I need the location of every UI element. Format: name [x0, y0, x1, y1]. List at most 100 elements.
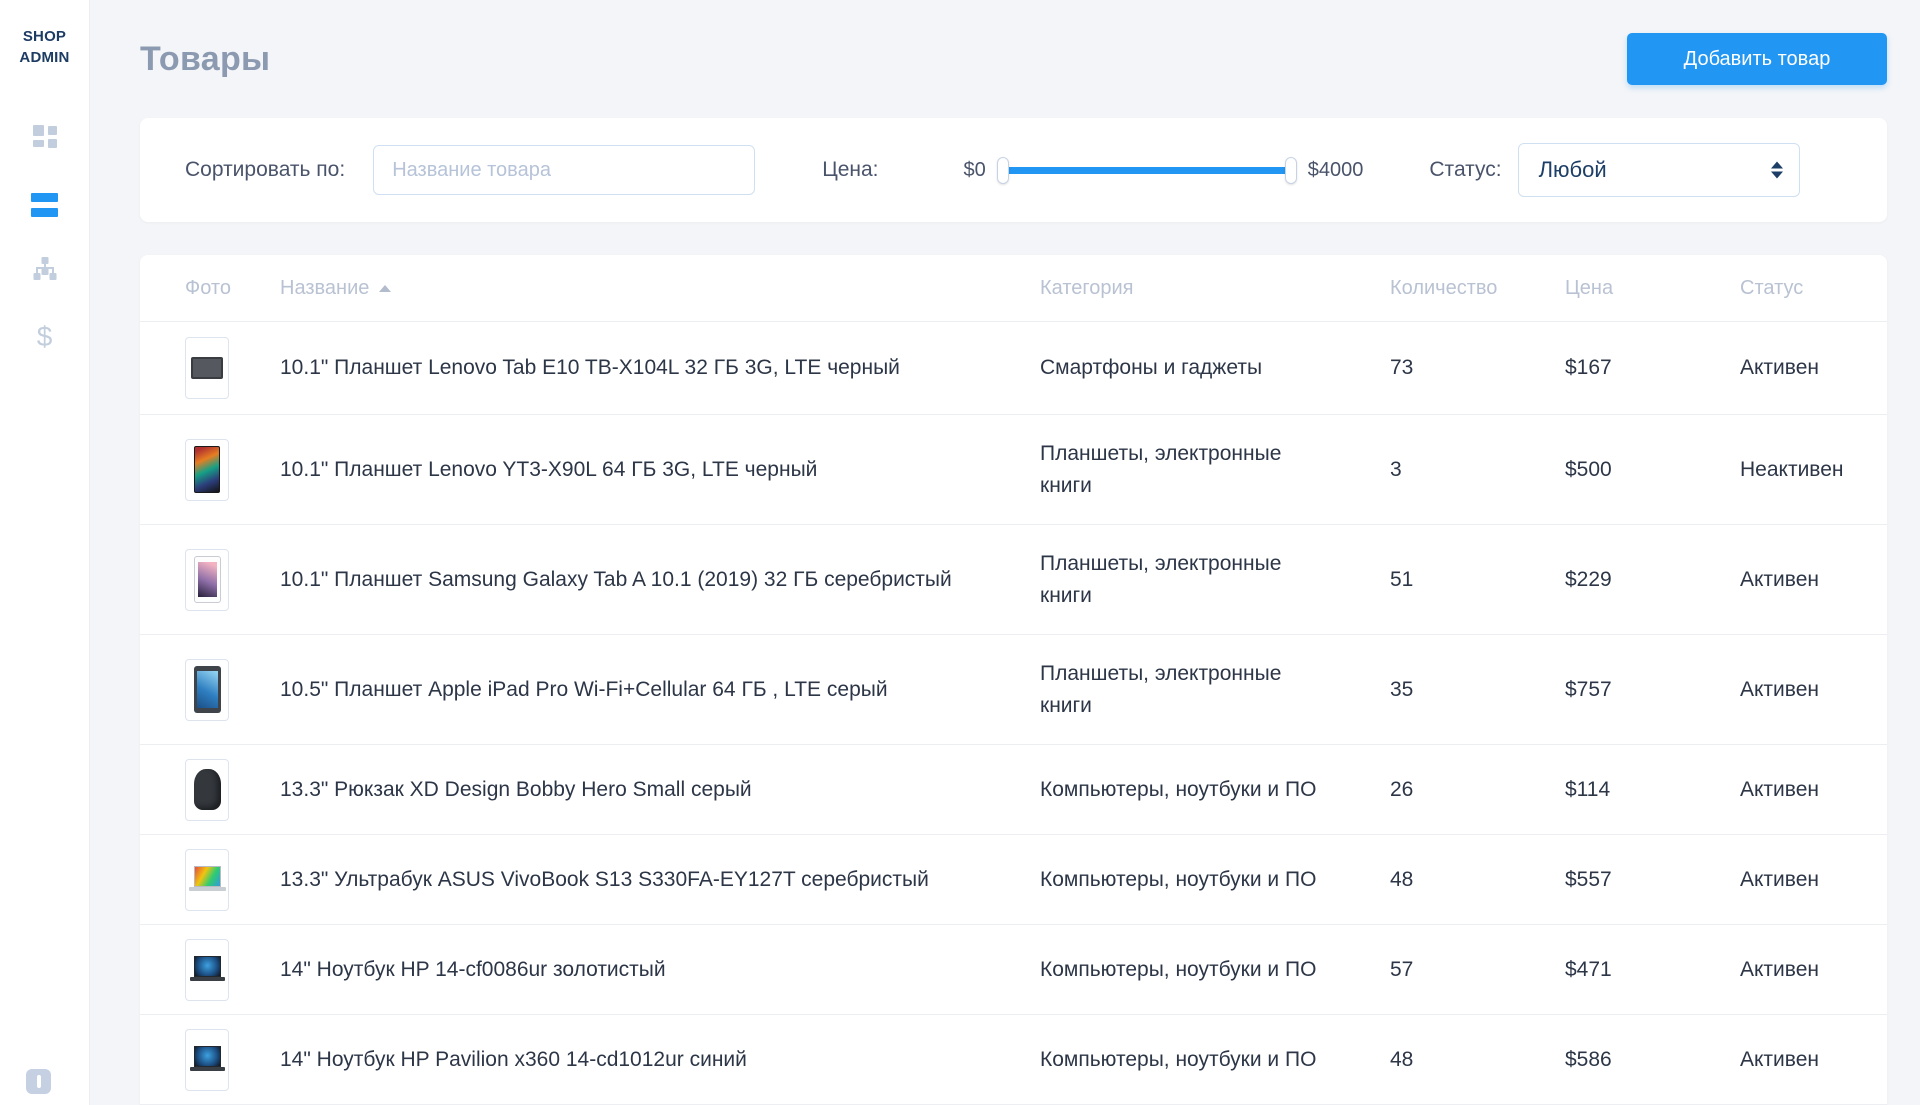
sidebar: SHOP ADMIN	[0, 0, 90, 1105]
product-photo	[185, 549, 280, 611]
page-title: Товары	[140, 40, 270, 79]
column-header-photo: Фото	[185, 277, 280, 300]
status-select[interactable]: Любой	[1518, 143, 1800, 197]
column-header-quantity[interactable]: Количество	[1390, 277, 1565, 300]
product-price: $500	[1565, 458, 1740, 482]
logo-line-2: ADMIN	[19, 47, 69, 68]
main-content: Товары Добавить товар Сортировать по: Це…	[90, 0, 1920, 1105]
product-thumbnail	[185, 849, 229, 911]
add-product-button[interactable]: Добавить товар	[1627, 33, 1887, 85]
product-quantity: 73	[1390, 356, 1565, 380]
sort-label: Сортировать по:	[185, 158, 345, 182]
product-name: 14" Ноутбук HP Pavilion x360 14-cd1012ur…	[280, 1048, 1040, 1072]
sort-asc-icon	[379, 285, 391, 292]
products-table: Фото Название Категория Количество Цена …	[140, 255, 1887, 1105]
product-category: Планшеты, электронные книги	[1040, 658, 1390, 721]
product-name: 13.3" Ультрабук ASUS VivoBook S13 S330FA…	[280, 868, 1040, 892]
product-name: 13.3" Рюкзак XD Design Bobby Hero Small …	[280, 778, 1040, 802]
product-thumbnail	[185, 659, 229, 721]
product-name: 10.1" Планшет Lenovo Tab E10 TB-X104L 32…	[280, 356, 1040, 380]
sidebar-collapse-button[interactable]	[26, 1069, 51, 1094]
table-row[interactable]: 14" Ноутбук HP Pavilion x360 14-cd1012ur…	[140, 1014, 1887, 1104]
product-status: Активен	[1740, 778, 1887, 802]
product-name: 10.1" Планшет Samsung Galaxy Tab A 10.1 …	[280, 568, 1040, 592]
categories-icon	[32, 256, 58, 287]
product-price: $757	[1565, 678, 1740, 702]
slider-track[interactable]	[1002, 167, 1292, 174]
select-arrows-icon	[1771, 162, 1783, 179]
product-photo	[185, 939, 280, 1001]
sidebar-item-dashboard[interactable]	[30, 124, 60, 154]
app-logo: SHOP ADMIN	[19, 26, 69, 68]
table-row[interactable]: 13.3" Ультрабук ASUS VivoBook S13 S330FA…	[140, 834, 1887, 924]
collapse-icon	[37, 1075, 41, 1088]
logo-line-1: SHOP	[19, 26, 69, 47]
product-status: Неактивен	[1740, 458, 1887, 482]
product-category: Смартфоны и гаджеты	[1040, 352, 1390, 384]
product-name-input[interactable]	[373, 145, 755, 195]
sidebar-item-sales[interactable]: $	[30, 322, 60, 352]
slider-handle-max[interactable]	[1285, 157, 1297, 184]
product-category: Планшеты, электронные книги	[1040, 548, 1390, 611]
product-price: $229	[1565, 568, 1740, 592]
sidebar-item-products[interactable]	[30, 190, 60, 220]
product-status: Активен	[1740, 356, 1887, 380]
filter-bar: Сортировать по: Цена: $0 $4000 Статус: Л…	[140, 118, 1887, 222]
page-header: Товары Добавить товар	[140, 0, 1887, 118]
table-header: Фото Название Категория Количество Цена …	[140, 255, 1887, 321]
product-thumbnail	[185, 759, 229, 821]
product-photo	[185, 849, 280, 911]
product-price: $586	[1565, 1048, 1740, 1072]
column-header-status[interactable]: Статус	[1740, 277, 1887, 300]
product-category: Компьютеры, ноутбуки и ПО	[1040, 1044, 1390, 1076]
product-quantity: 48	[1390, 868, 1565, 892]
column-header-name[interactable]: Название	[280, 277, 1040, 300]
product-quantity: 51	[1390, 568, 1565, 592]
product-photo	[185, 337, 280, 399]
product-thumbnail	[185, 439, 229, 501]
product-quantity: 57	[1390, 958, 1565, 982]
products-icon	[31, 193, 58, 217]
product-quantity: 3	[1390, 458, 1565, 482]
product-category: Компьютеры, ноутбуки и ПО	[1040, 954, 1390, 986]
product-thumbnail	[185, 337, 229, 399]
sidebar-item-categories[interactable]	[30, 256, 60, 286]
product-quantity: 35	[1390, 678, 1565, 702]
table-row[interactable]: 10.1" Планшет Lenovo Tab E10 TB-X104L 32…	[140, 321, 1887, 414]
product-photo	[185, 1029, 280, 1091]
price-max-value: $4000	[1308, 159, 1364, 182]
table-row[interactable]: 10.5" Планшет Apple iPad Pro Wi-Fi+Cellu…	[140, 634, 1887, 744]
product-photo	[185, 659, 280, 721]
product-name: 10.5" Планшет Apple iPad Pro Wi-Fi+Cellu…	[280, 678, 1040, 702]
product-category: Планшеты, электронные книги	[1040, 438, 1390, 501]
product-price: $557	[1565, 868, 1740, 892]
table-row[interactable]: 14" Ноутбук HP 14-cf0086ur золотистый Ко…	[140, 924, 1887, 1014]
price-range-slider[interactable]	[1002, 155, 1292, 185]
product-category: Компьютеры, ноутбуки и ПО	[1040, 864, 1390, 896]
column-header-price[interactable]: Цена	[1565, 277, 1740, 300]
product-photo	[185, 759, 280, 821]
product-status: Активен	[1740, 568, 1887, 592]
table-row[interactable]: 10.1" Планшет Samsung Galaxy Tab A 10.1 …	[140, 524, 1887, 634]
status-label: Статус:	[1429, 158, 1501, 182]
product-status: Активен	[1740, 1048, 1887, 1072]
product-status: Активен	[1740, 958, 1887, 982]
product-name: 10.1" Планшет Lenovo YT3-X90L 64 ГБ 3G, …	[280, 458, 1040, 482]
price-min-value: $0	[964, 159, 986, 182]
product-thumbnail	[185, 939, 229, 1001]
product-thumbnail	[185, 1029, 229, 1091]
table-row[interactable]: 13.3" Рюкзак XD Design Bobby Hero Small …	[140, 744, 1887, 834]
dashboard-icon	[32, 124, 58, 155]
product-photo	[185, 439, 280, 501]
table-row[interactable]: 10.1" Планшет Lenovo YT3-X90L 64 ГБ 3G, …	[140, 414, 1887, 524]
product-price: $114	[1565, 778, 1740, 802]
product-price: $471	[1565, 958, 1740, 982]
product-status: Активен	[1740, 678, 1887, 702]
status-select-value: Любой	[1539, 157, 1607, 183]
slider-handle-min[interactable]	[997, 157, 1009, 184]
sales-icon: $	[37, 321, 53, 353]
product-quantity: 26	[1390, 778, 1565, 802]
column-header-category[interactable]: Категория	[1040, 273, 1390, 303]
product-quantity: 48	[1390, 1048, 1565, 1072]
sidebar-nav: $	[30, 124, 60, 352]
